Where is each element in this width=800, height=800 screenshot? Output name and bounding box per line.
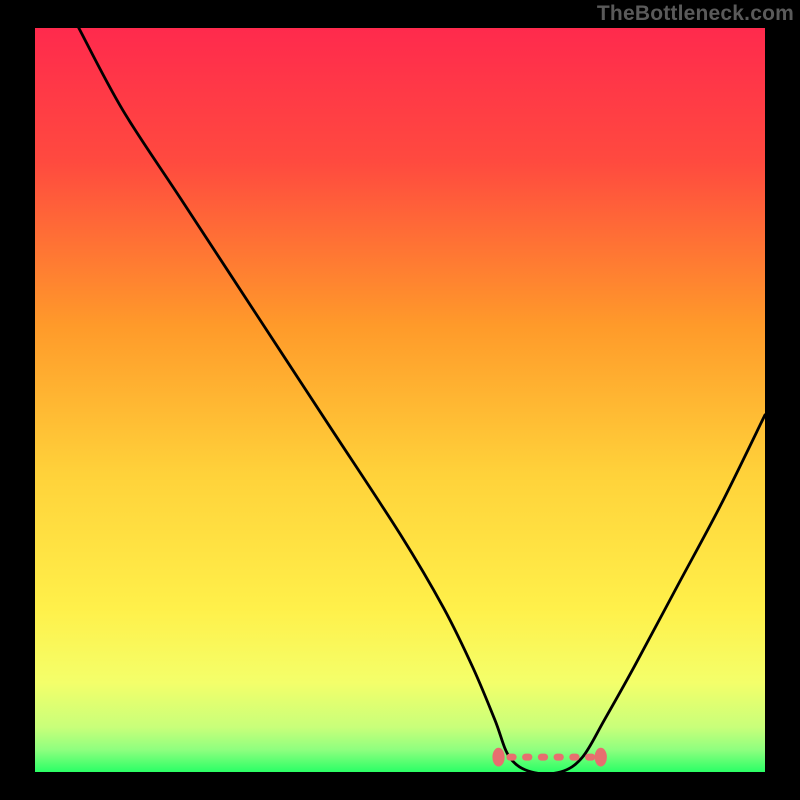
chart-frame: TheBottleneck.com: [0, 0, 800, 800]
chart-svg: [35, 28, 765, 772]
plot-area: [35, 28, 765, 772]
watermark-text: TheBottleneck.com: [597, 2, 794, 26]
gradient-background: [35, 28, 765, 772]
